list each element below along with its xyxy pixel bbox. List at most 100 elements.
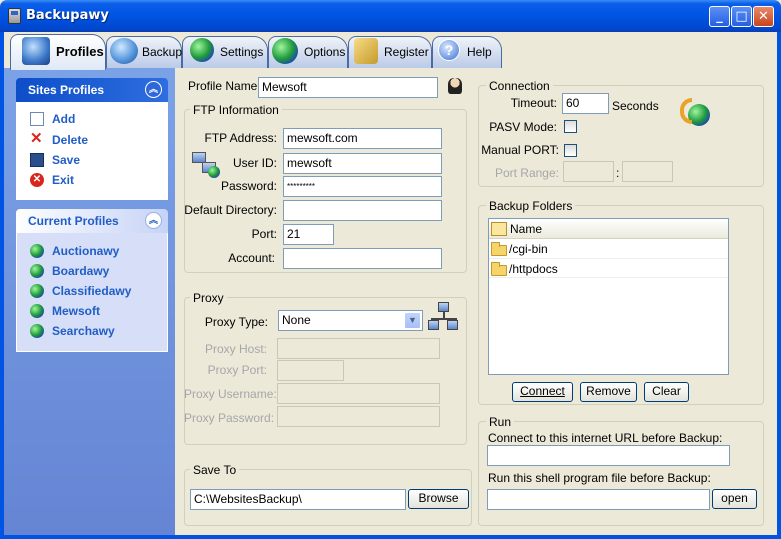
proxy-username-label: Proxy Username: — [184, 387, 277, 401]
window-frame-right — [777, 32, 781, 539]
tab-register-label: Register — [384, 45, 429, 59]
title-bar[interactable] — [0, 0, 781, 32]
timeout-input[interactable]: 60 — [562, 93, 609, 114]
folder-cgi-bin: /cgi-bin — [509, 242, 548, 256]
proxy-host-label: Proxy Host: — [204, 342, 267, 356]
folder-icon — [491, 242, 507, 256]
tab-settings-label: Settings — [220, 45, 264, 59]
add-icon — [30, 112, 44, 126]
browse-button[interactable]: Browse — [408, 489, 469, 509]
proxy-password-input[interactable] — [277, 406, 440, 427]
window-frame-bottom — [0, 535, 781, 539]
sidebar-item-auctionawy[interactable]: Auctionawy — [52, 244, 119, 258]
save-icon — [30, 153, 44, 167]
exit-icon: ✕ — [30, 173, 44, 187]
help-icon: ? — [438, 39, 460, 61]
app-icon — [8, 8, 21, 24]
delete-icon: ✕ — [30, 130, 43, 147]
folder-httpdocs: /httpdocs — [509, 262, 558, 276]
register-keys-icon — [354, 38, 378, 64]
port-range-label: Port Range: — [494, 166, 559, 180]
password-input[interactable]: ********* — [283, 176, 442, 197]
shell-program-label: Run this shell program file before Backu… — [488, 471, 711, 485]
ftp-information-legend: FTP Information — [190, 103, 282, 117]
password-label: Password: — [220, 179, 277, 193]
chevron-up-icon[interactable]: ︽ — [145, 212, 162, 229]
options-icon — [272, 38, 298, 64]
profiles-icon — [22, 37, 50, 65]
proxy-legend: Proxy — [190, 291, 227, 305]
proxy-password-label: Proxy Password: — [184, 411, 275, 425]
account-label: Account: — [228, 251, 275, 265]
clear-button[interactable]: Clear — [644, 382, 689, 402]
folder-icon — [491, 262, 507, 276]
tab-help-label: Help — [467, 45, 492, 59]
port-range-end-input[interactable] — [622, 161, 673, 182]
chevron-up-icon[interactable]: ︽ — [145, 81, 162, 98]
sidebar-item-searchawy[interactable]: Searchawy — [52, 324, 115, 338]
connect-button[interactable]: Connect — [512, 382, 573, 402]
connect-url-label: Connect to this internet URL before Back… — [488, 431, 723, 445]
proxy-type-value: None — [282, 313, 311, 327]
open-button[interactable]: open — [712, 489, 757, 509]
backup-folders-legend: Backup Folders — [486, 199, 576, 213]
proxy-host-input[interactable] — [277, 338, 440, 359]
sidebar-item-exit[interactable]: Exit — [52, 173, 74, 187]
chevron-down-icon[interactable]: ▼ — [404, 312, 421, 329]
profile-name-input[interactable]: Mewsoft — [258, 77, 438, 98]
connection-legend: Connection — [486, 79, 553, 93]
profile-globe-icon — [30, 264, 44, 278]
sidebar-item-classifiedawy[interactable]: Classifiedawy — [52, 284, 131, 298]
sidebar-item-mewsoft[interactable]: Mewsoft — [52, 304, 100, 318]
remove-button[interactable]: Remove — [580, 382, 637, 402]
close-button[interactable]: ✕ — [753, 6, 774, 27]
pasv-mode-label: PASV Mode: — [489, 120, 557, 134]
current-profiles-title: Current Profiles — [28, 214, 119, 228]
phone-globe-icon — [680, 96, 712, 128]
ftp-address-input[interactable]: mewsoft.com — [283, 128, 442, 149]
port-range-start-input[interactable] — [563, 161, 614, 182]
pasv-mode-checkbox[interactable] — [564, 120, 577, 133]
profile-globe-icon — [30, 244, 44, 258]
timeout-label: Timeout: — [510, 96, 557, 110]
port-input[interactable]: 21 — [283, 224, 334, 245]
proxy-type-label: Proxy Type: — [204, 315, 268, 329]
profile-globe-icon — [30, 324, 44, 338]
run-legend: Run — [486, 415, 515, 429]
profile-globe-icon — [30, 304, 44, 318]
manual-port-checkbox[interactable] — [564, 144, 577, 157]
backup-icon — [110, 38, 138, 64]
proxy-port-label: Proxy Port: — [207, 363, 267, 377]
sidebar-item-delete[interactable]: Delete — [52, 133, 88, 147]
manual-port-label: Manual PORT: — [481, 143, 559, 157]
seconds-label: Seconds — [612, 99, 659, 113]
window-title: Backupawy — [26, 8, 109, 23]
save-to-path-input[interactable]: C:\WebsitesBackup\ — [190, 489, 406, 510]
profile-globe-icon — [30, 284, 44, 298]
sites-profiles-title: Sites Profiles — [28, 83, 105, 97]
proxy-username-input[interactable] — [277, 383, 440, 404]
shell-program-input[interactable] — [487, 489, 710, 510]
connect-url-input[interactable] — [487, 445, 730, 466]
proxy-type-select[interactable]: None — [278, 310, 423, 331]
default-directory-input[interactable] — [283, 200, 442, 221]
tab-options-label: Options — [304, 45, 346, 59]
minimize-button[interactable]: _ — [709, 6, 730, 27]
folder-header-icon — [491, 222, 507, 236]
port-label: Port: — [251, 227, 277, 241]
account-input[interactable] — [283, 248, 442, 269]
sidebar-item-add[interactable]: Add — [52, 112, 75, 126]
sidebar-item-boardawy[interactable]: Boardawy — [52, 264, 109, 278]
profile-name-label: Profile Name: — [188, 79, 261, 93]
ftp-address-label: FTP Address: — [204, 131, 277, 145]
default-directory-label: Default Directory: — [184, 203, 277, 217]
sidebar-item-save[interactable]: Save — [52, 153, 80, 167]
user-id-input[interactable]: mewsoft — [283, 153, 442, 174]
maximize-button[interactable]: □ — [731, 6, 752, 27]
tab-profiles-label: Profiles — [56, 44, 104, 59]
settings-globe-icon — [190, 38, 214, 62]
proxy-port-input[interactable] — [277, 360, 344, 381]
network-proxy-icon — [428, 302, 460, 334]
column-name-label: Name — [510, 222, 543, 236]
user-icon — [448, 78, 462, 94]
